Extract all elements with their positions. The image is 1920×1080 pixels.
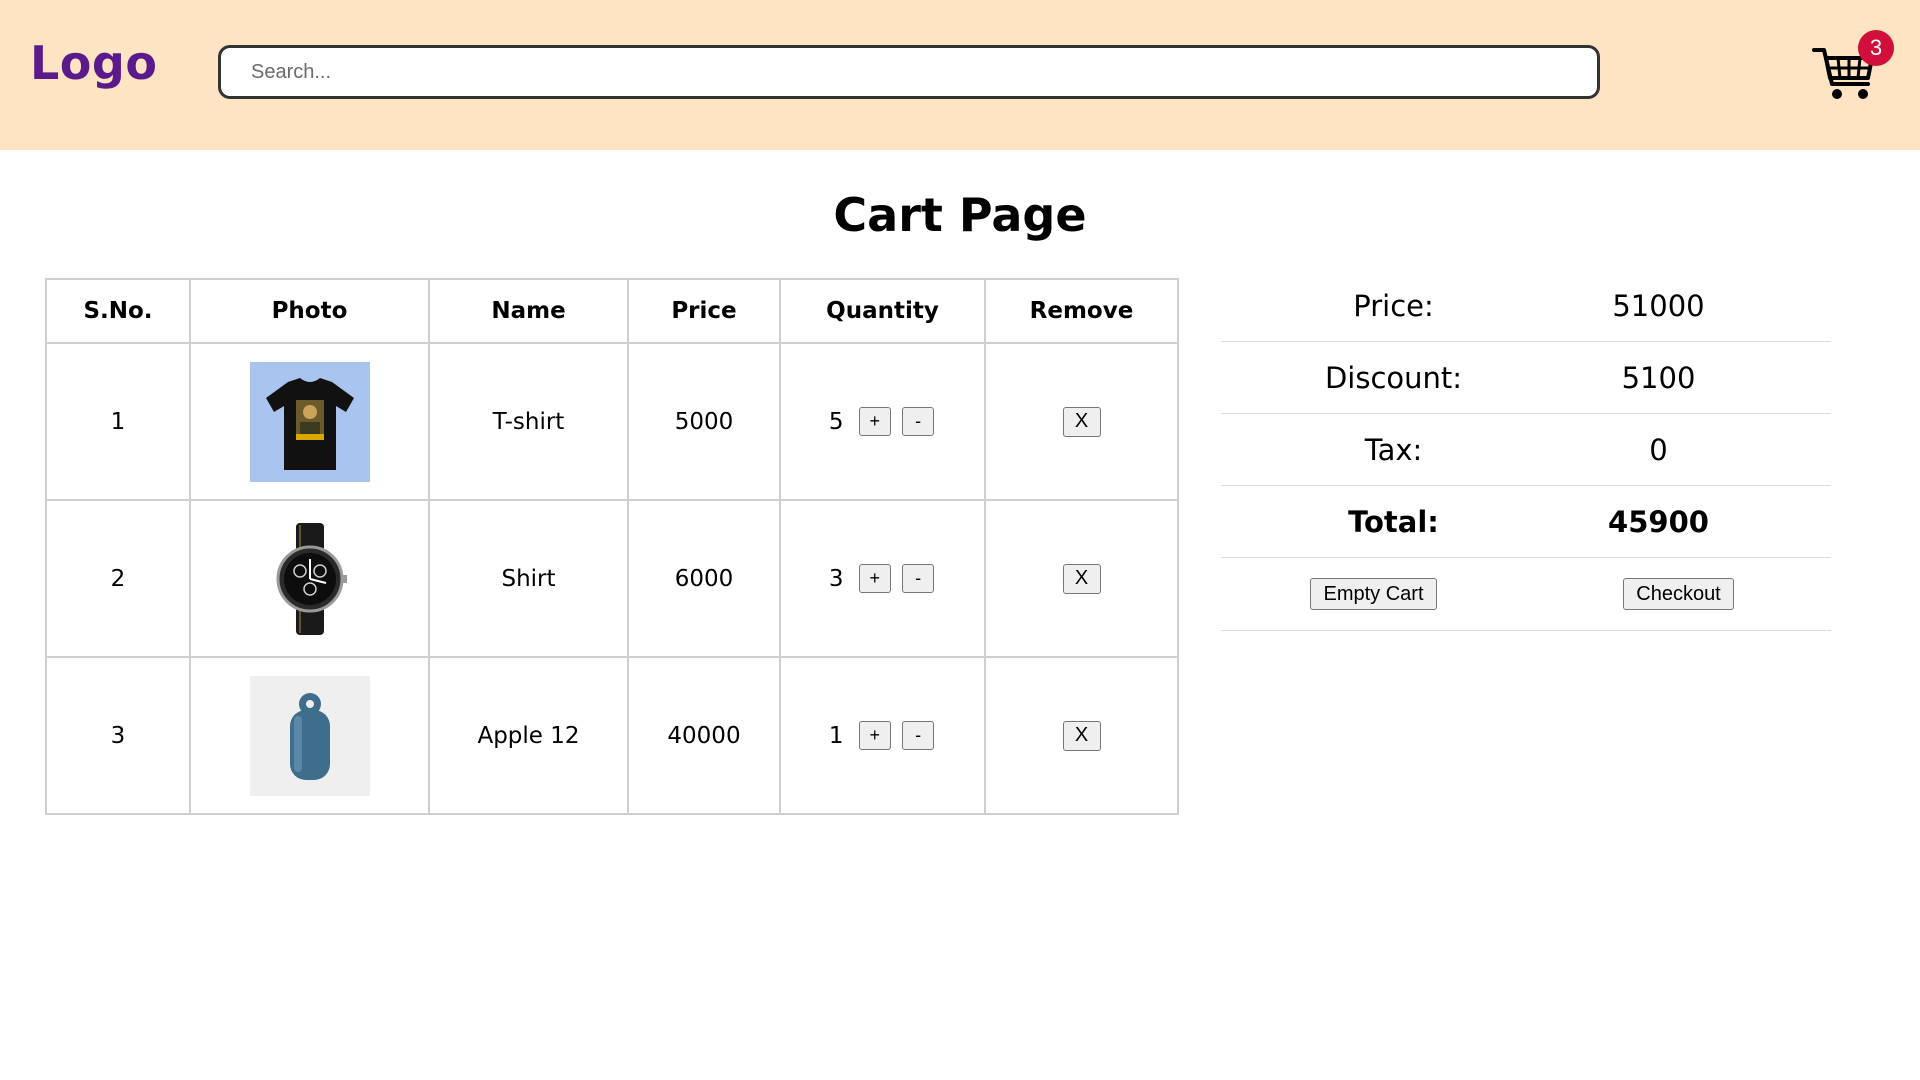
cell-name: T-shirt — [428, 342, 629, 501]
discount-label: Discount: — [1324, 360, 1463, 395]
summary-discount-row: Discount: 5100 — [1221, 342, 1831, 414]
cell-sno: 2 — [45, 499, 191, 658]
tshirt-photo — [249, 361, 370, 482]
cell-quantity: 5 + - — [779, 342, 986, 501]
empty-cart-button[interactable]: Empty Cart — [1310, 578, 1437, 610]
quantity-value: 3 — [828, 565, 844, 592]
checkout-button[interactable]: Checkout — [1623, 578, 1734, 610]
watch-photo — [249, 518, 370, 639]
increase-quantity-button[interactable]: + — [858, 407, 891, 436]
cart-button[interactable]: 3 — [1812, 30, 1894, 110]
page-title: Cart Page — [833, 188, 1087, 242]
bottle-photo — [249, 675, 370, 796]
summary-price-row: Price: 51000 — [1221, 270, 1831, 342]
header-sno: S.No. — [45, 278, 191, 344]
cell-quantity: 3 + - — [779, 499, 986, 658]
summary-actions: Empty Cart Checkout — [1221, 558, 1831, 631]
summary-total-row: Total: 45900 — [1221, 486, 1831, 558]
cart-table: S.No. Photo Name Price Quantity Remove 1 — [45, 278, 1179, 815]
decrease-quantity-button[interactable]: - — [902, 721, 935, 750]
decrease-quantity-button[interactable]: - — [902, 564, 935, 593]
order-summary: Price: 51000 Discount: 5100 Tax: 0 Total… — [1221, 270, 1831, 631]
cell-name: Apple 12 — [428, 656, 629, 815]
header-photo: Photo — [189, 278, 430, 344]
total-label: Total: — [1348, 504, 1439, 539]
table-header-row: S.No. Photo Name Price Quantity Remove — [45, 278, 1179, 344]
remove-item-button[interactable]: X — [1062, 563, 1101, 594]
cell-price: 6000 — [627, 499, 781, 658]
cell-remove: X — [984, 499, 1179, 658]
tax-value: 0 — [1649, 432, 1668, 467]
increase-quantity-button[interactable]: + — [858, 564, 891, 593]
price-value: 51000 — [1612, 288, 1705, 323]
cell-price: 5000 — [627, 342, 781, 501]
cart-count-badge: 3 — [1858, 30, 1894, 66]
table-row: 2 Shirt 6000 3 + - X — [45, 499, 1179, 658]
header-name: Name — [428, 278, 629, 344]
cell-photo — [189, 656, 430, 815]
quantity-value: 5 — [828, 408, 844, 435]
header-quantity: Quantity — [779, 278, 986, 344]
cell-price: 40000 — [627, 656, 781, 815]
table-row: 3 Apple 12 40000 1 + - X — [45, 656, 1179, 815]
increase-quantity-button[interactable]: + — [858, 721, 891, 750]
cell-sno: 3 — [45, 656, 191, 815]
cell-photo — [189, 342, 430, 501]
cell-remove: X — [984, 656, 1179, 815]
remove-item-button[interactable]: X — [1062, 406, 1101, 437]
cell-sno: 1 — [45, 342, 191, 501]
quantity-value: 1 — [828, 722, 844, 749]
price-label: Price: — [1353, 288, 1434, 323]
header-bar: Logo 3 — [0, 0, 1920, 150]
summary-tax-row: Tax: 0 — [1221, 414, 1831, 486]
discount-value: 5100 — [1621, 360, 1696, 395]
logo[interactable]: Logo — [30, 36, 157, 90]
decrease-quantity-button[interactable]: - — [902, 407, 935, 436]
table-row: 1 T-shirt 5000 5 + - X — [45, 342, 1179, 501]
search-input[interactable] — [218, 45, 1600, 99]
cell-remove: X — [984, 342, 1179, 501]
total-value: 45900 — [1608, 504, 1709, 539]
cell-photo — [189, 499, 430, 658]
tax-label: Tax: — [1364, 432, 1423, 467]
header-remove: Remove — [984, 278, 1179, 344]
header-price: Price — [627, 278, 781, 344]
cell-quantity: 1 + - — [779, 656, 986, 815]
cell-name: Shirt — [428, 499, 629, 658]
remove-item-button[interactable]: X — [1062, 720, 1101, 751]
